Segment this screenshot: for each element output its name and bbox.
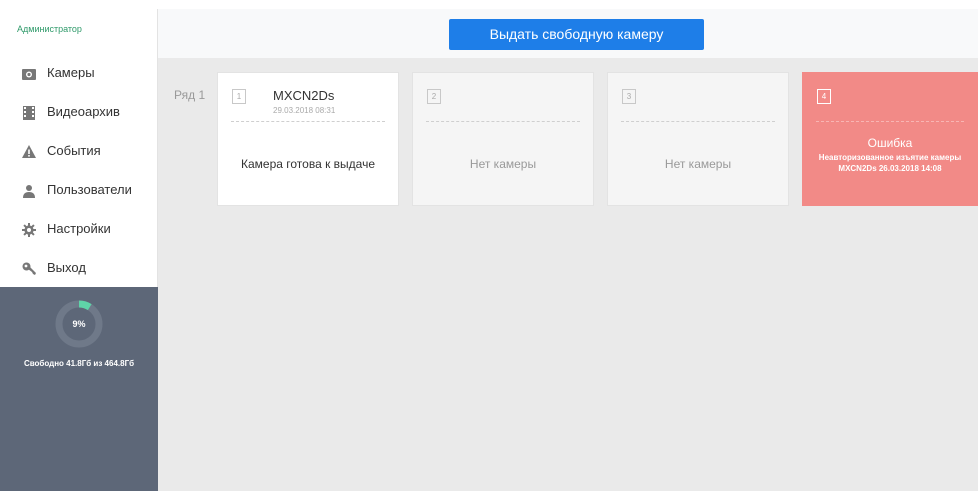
- slot-number: 3: [622, 89, 636, 104]
- sidebar-item-logout[interactable]: Выход: [0, 256, 158, 286]
- camera-name: MXCN2Ds: [273, 88, 335, 103]
- slot-status: Нет камеры: [469, 157, 537, 171]
- slot-number: 1: [232, 89, 246, 104]
- sidebar-item-video-archive[interactable]: Видеоархив: [0, 100, 158, 130]
- warning-icon: [22, 145, 36, 158]
- sidebar-item-cameras[interactable]: Камеры: [0, 61, 158, 91]
- storage-percent: 9%: [72, 319, 86, 329]
- camera-slot-3[interactable]: 3 Нет камеры: [607, 72, 789, 206]
- top-bar: Выдать свободную камеру: [158, 9, 978, 58]
- slot-number: 2: [427, 89, 441, 104]
- issue-free-camera-button[interactable]: Выдать свободную камеру: [449, 19, 704, 50]
- gear-icon: [22, 223, 36, 237]
- divider: [816, 121, 964, 122]
- row-label: Ряд 1: [174, 88, 206, 102]
- divider: [426, 121, 580, 122]
- sidebar-item-settings[interactable]: Настройки: [0, 217, 158, 247]
- sidebar-item-label: Камеры: [47, 65, 95, 80]
- sidebar-item-label: Выход: [47, 260, 86, 275]
- film-icon: [23, 106, 35, 120]
- slot-number: 4: [817, 89, 831, 104]
- error-title: Ошибка: [867, 136, 913, 150]
- storage-free-text: Свободно 41.8Гб из 464.8Гб: [23, 359, 135, 368]
- key-icon: [22, 262, 36, 275]
- camera-slot-2[interactable]: 2 Нет камеры: [412, 72, 594, 206]
- sidebar: Администратор Камеры Видеоархив События: [0, 9, 158, 491]
- sidebar-item-events[interactable]: События: [0, 139, 158, 169]
- sidebar-item-label: Настройки: [47, 221, 111, 236]
- camera-grid: Ряд 1 1 MXCN2Ds 29.03.2018 08:31 Камера …: [158, 58, 978, 491]
- sidebar-item-label: События: [47, 143, 101, 158]
- slot-status: Нет камеры: [664, 157, 732, 171]
- sidebar-item-label: Видеоархив: [47, 104, 120, 119]
- camera-slot-4[interactable]: 4 Ошибка Неавторизованное изъятие камеры…: [802, 72, 978, 206]
- sidebar-item-label: Пользователи: [47, 182, 132, 197]
- camera-icon: [22, 69, 36, 80]
- camera-date: 29.03.2018 08:31: [273, 106, 336, 115]
- error-message: Неавторизованное изъятие камеры MXCN2Ds …: [818, 153, 962, 173]
- storage-panel: 9% Свободно 41.8Гб из 464.8Гб: [0, 287, 158, 491]
- slot-status: Камера готова к выдаче: [241, 157, 375, 171]
- user-role: Администратор: [17, 24, 82, 34]
- divider: [231, 121, 385, 122]
- divider: [621, 121, 775, 122]
- user-icon: [23, 185, 35, 198]
- sidebar-item-users[interactable]: Пользователи: [0, 178, 158, 208]
- camera-slot-1[interactable]: 1 MXCN2Ds 29.03.2018 08:31 Камера готова…: [217, 72, 399, 206]
